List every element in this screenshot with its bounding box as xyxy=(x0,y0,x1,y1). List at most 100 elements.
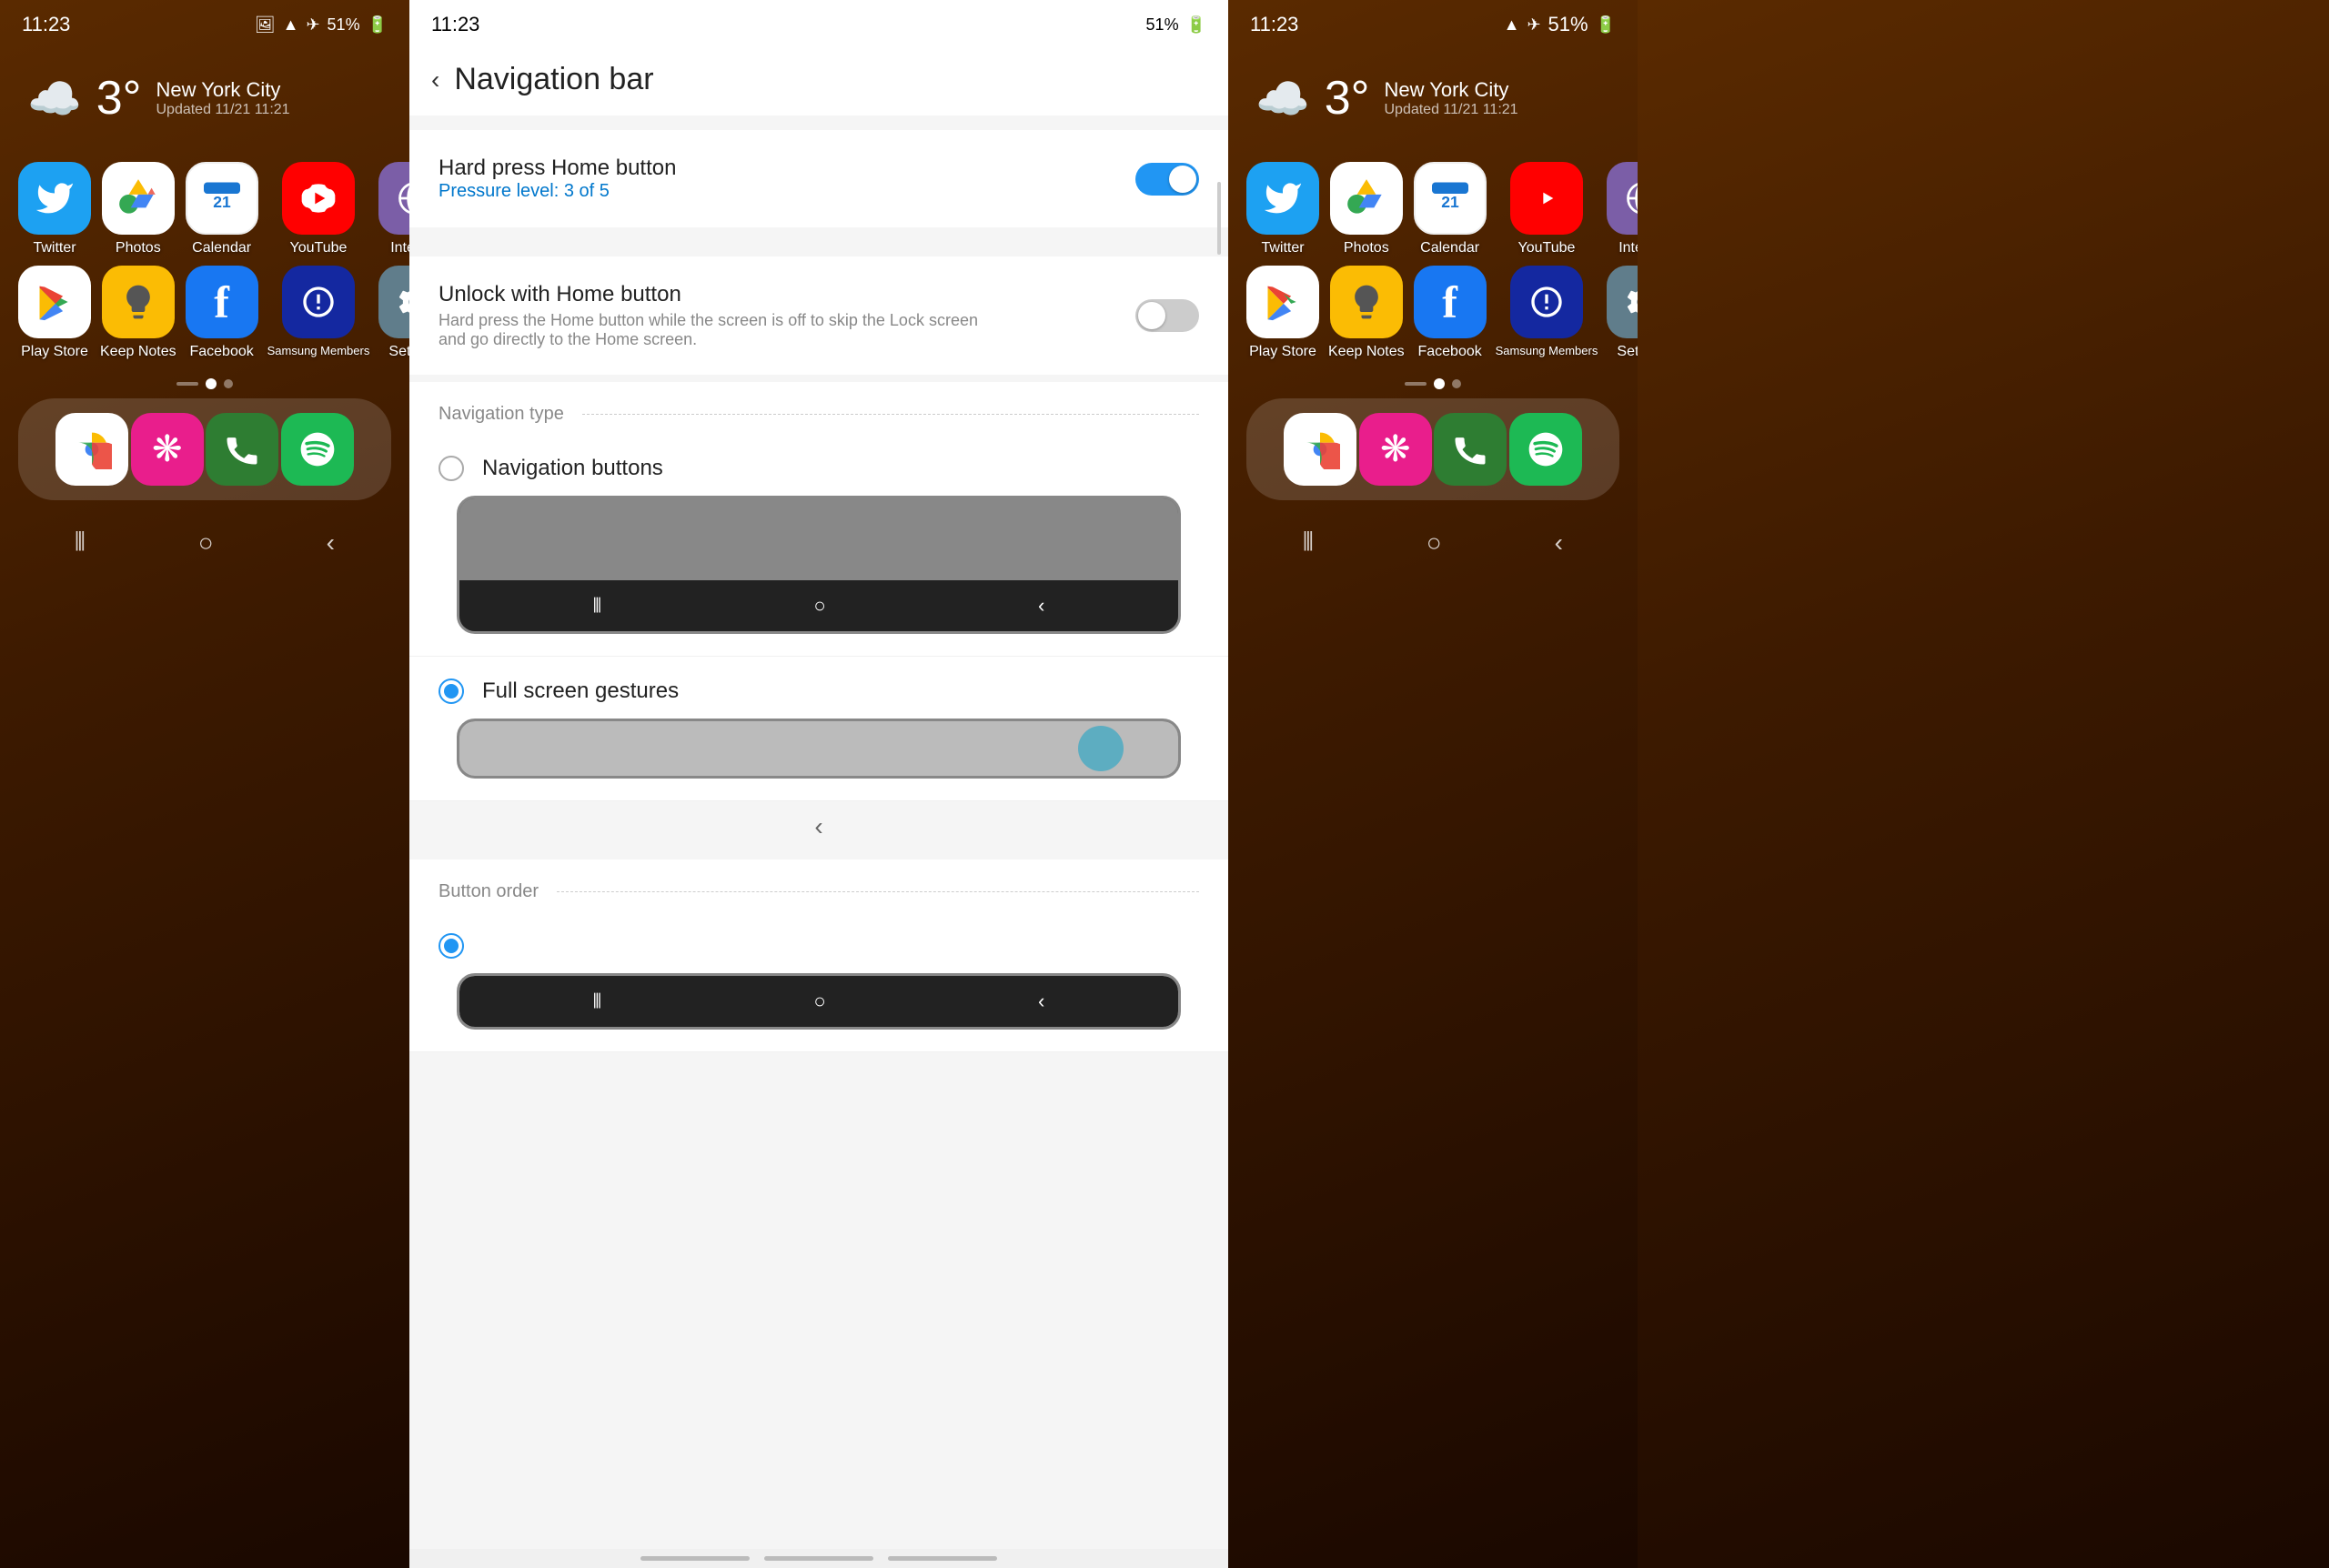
left-app-youtube[interactable]: YouTube xyxy=(267,162,370,256)
right-calendar-label: Calendar xyxy=(1420,240,1479,256)
button-order-label: Button order xyxy=(439,881,539,902)
left-app-keepnotes[interactable]: Keep Notes xyxy=(100,266,176,360)
right-wifi-icon: ▲ xyxy=(1504,15,1520,35)
right-page-dots xyxy=(1228,369,1638,398)
center-gallery-icon: 🖼 xyxy=(1074,15,1094,35)
left-weather-updated: Updated 11/21 11:21 xyxy=(156,102,289,118)
right-weather-details: New York City Updated 11/21 11:21 xyxy=(1384,78,1517,118)
right-app-internet[interactable]: Internet xyxy=(1607,162,1638,256)
right-phone-panel: 11:23 ▲ ✈ 51% 🔋 ☁️ 3° New York City Upda… xyxy=(1228,0,1638,1568)
left-app-calendar[interactable]: 21 Calendar xyxy=(186,162,258,256)
left-dock-spotify[interactable] xyxy=(281,413,354,486)
bottom-chevron: ‹ xyxy=(409,801,1228,852)
right-petal-icon: ❋ xyxy=(1359,413,1432,486)
left-nav-back[interactable]: ‹ xyxy=(327,528,335,558)
left-dock: ❋ xyxy=(18,398,391,500)
right-settings-icon xyxy=(1607,266,1638,338)
settings-header: ‹ Navigation bar xyxy=(409,44,1228,116)
full-screen-mockup xyxy=(457,719,1181,779)
order-home-icon: ○ xyxy=(813,990,825,1013)
right-app-twitter[interactable]: Twitter xyxy=(1246,162,1319,256)
back-chevron-icon: ‹ xyxy=(1038,594,1044,618)
left-calendar-icon: 21 xyxy=(186,162,258,235)
nav-buttons-option[interactable]: Navigation buttons ⫴ ○ ‹ xyxy=(409,434,1228,657)
button-order-radio[interactable] xyxy=(439,933,464,959)
right-nav-recent[interactable]: ⫴ xyxy=(1303,528,1314,558)
left-weather-details: New York City Updated 11/21 11:21 xyxy=(156,78,289,118)
back-button[interactable]: ‹ xyxy=(431,65,439,95)
right-phone-icon xyxy=(1434,413,1507,486)
right-app-youtube[interactable]: YouTube xyxy=(1496,162,1598,256)
left-samsung-icon xyxy=(282,266,355,338)
right-app-facebook[interactable]: f Facebook xyxy=(1414,266,1487,360)
center-settings-panel: 11:23 🖼 ▲ ✈ 51% 🔋 ‹ Navigation bar Hard … xyxy=(409,0,1228,1568)
left-app-twitter[interactable]: Twitter xyxy=(18,162,91,256)
center-bottom-pill-3 xyxy=(888,1556,997,1561)
right-app-settings[interactable]: Settings xyxy=(1607,266,1638,360)
right-status-bar: 11:23 ▲ ✈ 51% 🔋 xyxy=(1228,0,1638,44)
nav-type-section: Navigation type Navigation buttons ⫴ ○ ‹ xyxy=(409,382,1228,801)
left-app-samsung[interactable]: Samsung Members xyxy=(267,266,370,360)
right-youtube-label: YouTube xyxy=(1518,240,1576,256)
nav-buttons-radio[interactable] xyxy=(439,456,464,481)
right-dock-phone[interactable] xyxy=(1434,413,1507,486)
right-weather-widget: ☁️ 3° New York City Updated 11/21 11:21 xyxy=(1228,44,1638,144)
right-app-samsung[interactable]: Samsung Members xyxy=(1496,266,1598,360)
hard-press-toggle-knob xyxy=(1169,166,1196,193)
left-page-dots xyxy=(0,369,409,398)
left-youtube-label: YouTube xyxy=(290,240,348,256)
right-facebook-icon: f xyxy=(1414,266,1487,338)
left-app-internet[interactable]: Internet xyxy=(378,162,409,256)
hard-press-text: Hard press Home button Pressure level: 3… xyxy=(439,156,676,202)
left-dock-phone[interactable] xyxy=(206,413,278,486)
full-screen-gestures-option[interactable]: Full screen gestures xyxy=(409,657,1228,801)
right-nav-home[interactable]: ○ xyxy=(1427,528,1442,558)
full-screen-header: Full screen gestures xyxy=(439,678,1199,704)
hard-press-toggle[interactable] xyxy=(1135,163,1199,196)
right-twitter-icon xyxy=(1246,162,1319,235)
right-weather-temp: 3° xyxy=(1325,71,1370,126)
right-youtube-icon xyxy=(1510,162,1583,235)
right-app-playstore[interactable]: Play Store xyxy=(1246,266,1319,360)
right-app-photos[interactable]: Photos xyxy=(1328,162,1405,256)
left-app-facebook[interactable]: f Facebook xyxy=(186,266,258,360)
left-dock-chrome[interactable] xyxy=(55,413,128,486)
hard-press-card: Hard press Home button Pressure level: 3… xyxy=(409,130,1228,227)
center-bottom-pills xyxy=(409,1549,1228,1568)
left-settings-icon xyxy=(378,266,409,338)
left-nav-recent[interactable]: ⫴ xyxy=(75,528,86,558)
right-nav-bar: ⫴ ○ ‹ xyxy=(1228,509,1638,576)
left-nav-home[interactable]: ○ xyxy=(198,528,214,558)
left-calendar-label: Calendar xyxy=(192,240,251,256)
right-app-keepnotes[interactable]: Keep Notes xyxy=(1328,266,1405,360)
left-phone-panel: 11:23 🖼 ▲ ✈ 51% 🔋 ☁️ 3° New York City Up… xyxy=(0,0,409,1568)
left-photos-label: Photos xyxy=(116,240,161,256)
full-screen-radio[interactable] xyxy=(439,678,464,704)
right-dock-petal[interactable]: ❋ xyxy=(1359,413,1432,486)
right-app-calendar[interactable]: 21 Calendar xyxy=(1414,162,1487,256)
left-app-settings[interactable]: Settings xyxy=(378,266,409,360)
left-app-photos[interactable]: Photos xyxy=(100,162,176,256)
left-app-playstore[interactable]: Play Store xyxy=(18,266,91,360)
center-battery-icon: 🔋 xyxy=(1186,15,1206,35)
center-bottom-pill-2 xyxy=(764,1556,873,1561)
right-internet-icon xyxy=(1607,162,1638,235)
left-twitter-icon xyxy=(18,162,91,235)
right-facebook-label: Facebook xyxy=(1417,344,1481,360)
button-order-bar: ⫴ ○ ‹ xyxy=(459,976,1178,1027)
right-dock-spotify[interactable] xyxy=(1509,413,1582,486)
right-nav-back[interactable]: ‹ xyxy=(1555,528,1563,558)
right-app-grid-row1: Twitter Photos 21 Calendar YouTube xyxy=(1228,144,1638,369)
left-dock-petal[interactable]: ❋ xyxy=(131,413,204,486)
button-order-option[interactable]: ⫴ ○ ‹ xyxy=(409,911,1228,1052)
left-spotify-icon xyxy=(281,413,354,486)
left-photos-icon xyxy=(102,162,175,235)
left-wifi-icon: ▲ xyxy=(283,15,299,35)
right-dot-line xyxy=(1405,382,1427,386)
unlock-home-toggle[interactable] xyxy=(1135,299,1199,332)
right-dock-chrome[interactable] xyxy=(1284,413,1356,486)
unlock-home-description: Hard press the Home button while the scr… xyxy=(439,311,1009,349)
order-back-icon: ‹ xyxy=(1038,990,1044,1013)
center-wifi-icon: ▲ xyxy=(1102,15,1118,35)
left-status-bar: 11:23 🖼 ▲ ✈ 51% 🔋 xyxy=(0,0,409,44)
